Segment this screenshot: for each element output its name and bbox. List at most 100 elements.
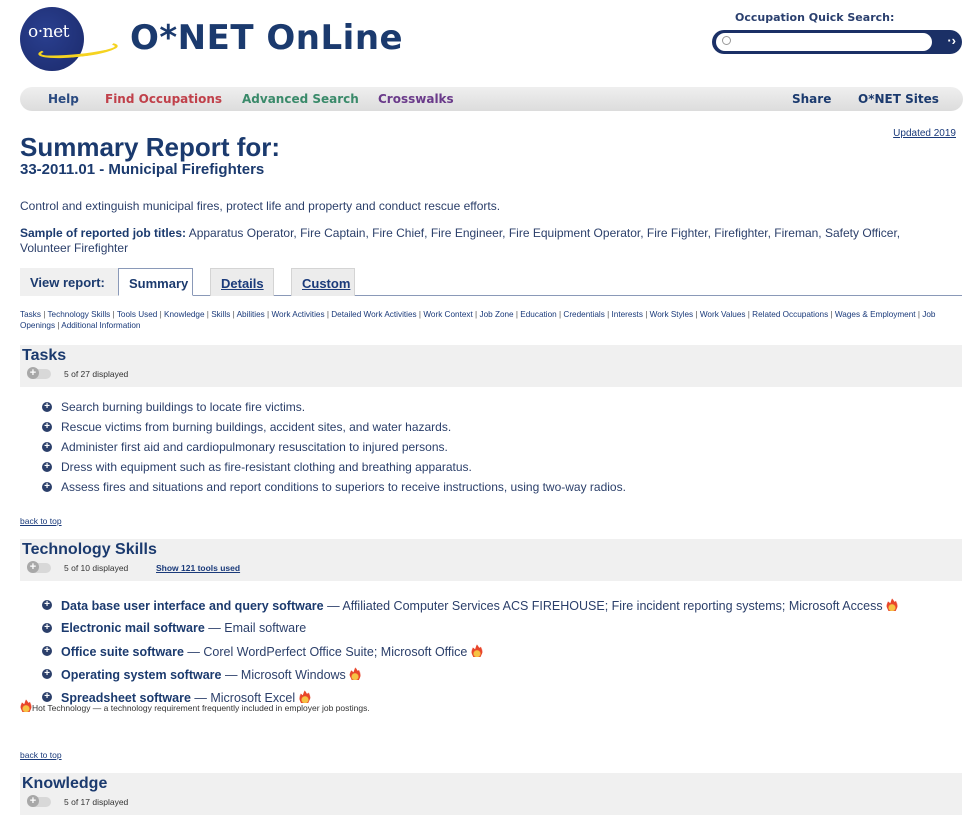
back-to-top-link[interactable]: back to top	[20, 750, 62, 760]
section-link-related-occupations[interactable]: Related Occupations	[752, 310, 828, 319]
arrow-right-icon[interactable]: ·›	[947, 33, 956, 48]
tech-category: Office suite software	[61, 645, 184, 659]
tech-category: Data base user interface and query softw…	[61, 599, 324, 613]
knowledge-section-header: Knowledge 5 of 17 displayed	[20, 773, 962, 815]
section-link-wages-employment[interactable]: Wages & Employment	[835, 310, 916, 319]
expand-icon[interactable]: +	[42, 669, 52, 679]
link-separator: |	[604, 310, 612, 319]
section-link-work-context[interactable]: Work Context	[423, 310, 472, 319]
nav-help[interactable]: Help	[48, 92, 79, 106]
task-text: Assess fires and situations and report c…	[61, 480, 626, 494]
tech-examples: — Email software	[204, 621, 307, 635]
expand-icon[interactable]: +	[42, 402, 52, 412]
task-text: Administer first aid and cardiopulmonary…	[61, 440, 448, 454]
expand-collapse-toggle[interactable]	[27, 561, 51, 573]
nav-find-occupations[interactable]: Find Occupations	[105, 92, 222, 106]
section-link-knowledge[interactable]: Knowledge	[164, 310, 205, 319]
expand-icon[interactable]: +	[42, 462, 52, 472]
expand-icon[interactable]: +	[42, 442, 52, 452]
tech-examples: — Microsoft Windows	[221, 668, 346, 682]
task-text: Rescue victims from burning buildings, a…	[61, 420, 452, 434]
section-link-skills[interactable]: Skills	[211, 310, 230, 319]
list-item: + Assess fires and situations and report …	[40, 480, 626, 500]
technology-skills-list: + Data base user interface and query soft…	[40, 598, 899, 713]
tech-category: Electronic mail software	[61, 621, 205, 635]
hot-technology-icon	[20, 699, 32, 712]
display-count: 5 of 27 displayed	[64, 369, 129, 379]
link-separator: |	[157, 310, 165, 319]
section-link-credentials[interactable]: Credentials	[563, 310, 604, 319]
hot-technology-icon	[470, 644, 483, 657]
site-header: o·net O*NET OnLine Occupation Quick Sear…	[0, 0, 975, 85]
section-links: Tasks | Technology Skills | Tools Used |…	[20, 309, 965, 331]
nav-onet-sites[interactable]: O*NET Sites	[858, 92, 939, 106]
section-title: Knowledge	[22, 775, 108, 792]
expand-icon[interactable]: +	[42, 646, 52, 656]
occupation-description: Control and extinguish municipal fires, …	[20, 199, 501, 213]
nav-advanced-search[interactable]: Advanced Search	[242, 92, 359, 106]
tab-summary[interactable]: Summary	[118, 268, 193, 296]
display-count: 5 of 17 displayed	[64, 797, 129, 807]
show-tools-link[interactable]: Show 121 tools used	[156, 563, 240, 573]
expand-icon[interactable]: +	[42, 623, 52, 633]
expand-icon[interactable]: +	[42, 482, 52, 492]
tab-custom[interactable]: Custom	[291, 268, 355, 296]
tech-examples: — Corel WordPerfect Office Suite; Micros…	[183, 645, 468, 659]
hot-technology-icon	[886, 598, 899, 611]
list-item: + Operating system software — Microsoft W…	[40, 667, 898, 690]
list-item: + Search burning buildings to locate fire…	[40, 400, 626, 420]
expand-collapse-toggle[interactable]	[27, 367, 51, 379]
section-link-job-zone[interactable]: Job Zone	[479, 310, 513, 319]
display-count: 5 of 10 displayed	[64, 563, 129, 573]
onet-logo[interactable]: o·net	[20, 7, 119, 71]
section-link-work-activities[interactable]: Work Activities	[271, 310, 324, 319]
tab-details[interactable]: Details	[210, 268, 274, 296]
section-link-detailed-work-activities[interactable]: Detailed Work Activities	[331, 310, 416, 319]
section-link-tools-used[interactable]: Tools Used	[117, 310, 158, 319]
expand-icon[interactable]: +	[42, 422, 52, 432]
list-item: + Electronic mail software — Email softwa…	[40, 621, 898, 644]
list-item: + Rescue victims from burning buildings, …	[40, 420, 626, 440]
hot-technology-icon	[349, 667, 362, 680]
site-title[interactable]: O*NET OnLine	[130, 18, 403, 58]
page-title: Summary Report for:	[20, 132, 281, 162]
tasks-list: + Search burning buildings to locate fire…	[40, 400, 626, 500]
task-text: Search burning buildings to locate fire …	[61, 400, 306, 414]
expand-icon[interactable]: +	[42, 600, 52, 610]
tech-examples: — Affiliated Computer Services ACS FIREH…	[323, 599, 883, 613]
task-text: Dress with equipment such as fire-resist…	[61, 460, 472, 474]
nav-share[interactable]: Share	[792, 92, 831, 106]
section-link-additional-information[interactable]: Additional Information	[61, 321, 140, 330]
link-separator: |	[642, 310, 650, 319]
hot-technology-note-text: Hot Technology — a technology requiremen…	[32, 703, 370, 713]
section-link-work-styles[interactable]: Work Styles	[650, 310, 694, 319]
list-item: + Data base user interface and query soft…	[40, 598, 899, 621]
hot-technology-note: Hot Technology — a technology requiremen…	[20, 699, 370, 713]
link-separator: |	[693, 310, 700, 319]
quick-search-input[interactable]	[716, 33, 932, 51]
view-report-tabs: View report: Summary Details Custom	[20, 268, 962, 296]
section-title: Technology Skills	[22, 541, 157, 558]
occupation-title: 33-2011.01 - Municipal Firefighters	[20, 161, 265, 178]
section-link-education[interactable]: Education	[520, 310, 556, 319]
tasks-section-header: Tasks 5 of 27 displayed	[20, 345, 962, 387]
expand-collapse-toggle[interactable]	[27, 795, 51, 807]
sample-job-titles: Sample of reported job titles: Apparatus…	[20, 226, 950, 256]
link-separator: |	[828, 310, 835, 319]
section-link-technology-skills[interactable]: Technology Skills	[47, 310, 110, 319]
technology-skills-section-header: Technology Skills 5 of 10 displayed Show…	[20, 539, 962, 581]
back-to-top-link[interactable]: back to top	[20, 516, 62, 526]
logo-text: o·net	[28, 22, 69, 42]
section-link-interests[interactable]: Interests	[612, 310, 643, 319]
view-report-label: View report:	[20, 268, 118, 296]
nav-crosswalks[interactable]: Crosswalks	[378, 92, 454, 106]
section-link-tasks[interactable]: Tasks	[20, 310, 41, 319]
list-item: + Dress with equipment such as fire-resis…	[40, 460, 626, 480]
logo-swoosh-icon	[37, 38, 119, 62]
updated-link[interactable]: Updated 2019	[893, 128, 956, 139]
main-nav: Help Find Occupations Advanced Search Cr…	[20, 87, 963, 111]
section-title: Tasks	[22, 347, 67, 364]
section-link-work-values[interactable]: Work Values	[700, 310, 746, 319]
list-item: + Office suite software — Corel WordPerfe…	[40, 644, 898, 667]
section-link-abilities[interactable]: Abilities	[237, 310, 265, 319]
